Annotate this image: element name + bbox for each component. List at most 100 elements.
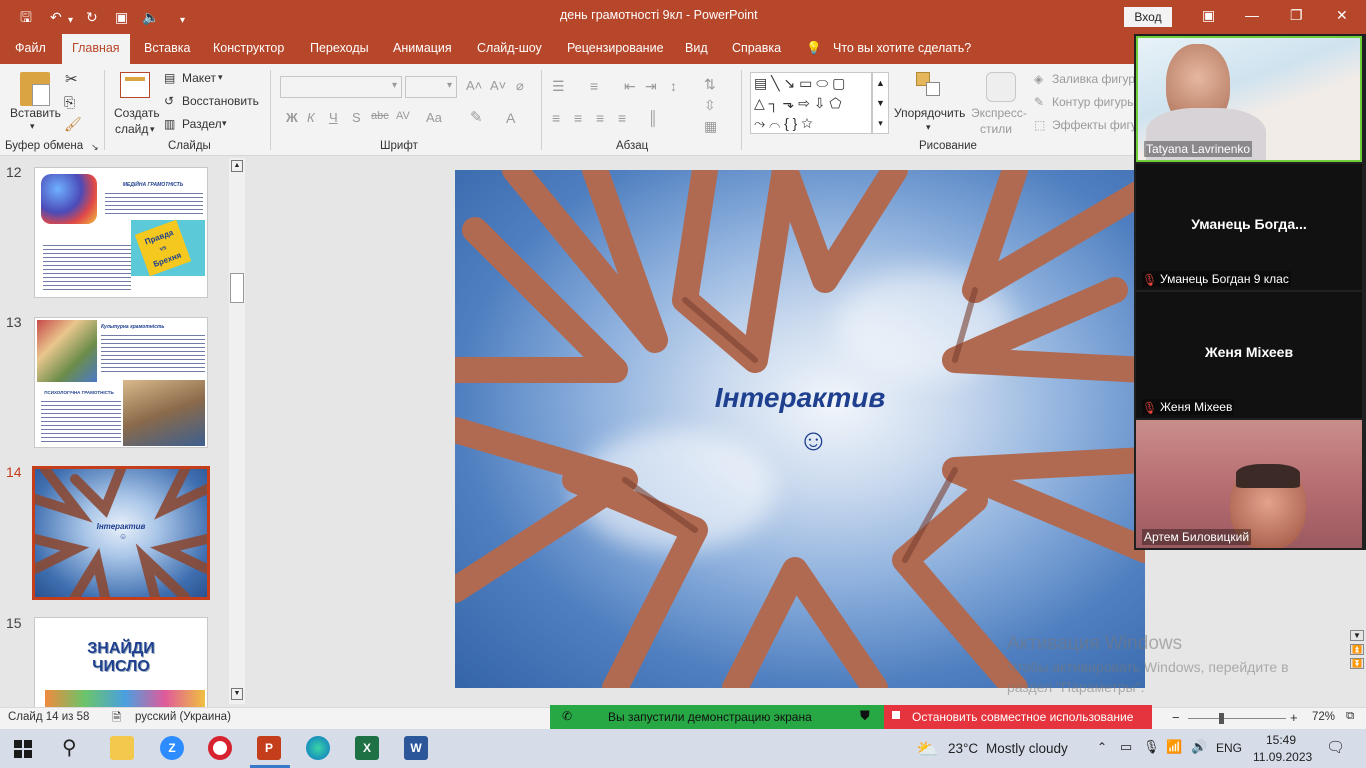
pentagon-shape-icon[interactable]: ⬠ xyxy=(829,95,841,111)
arrange-button[interactable]: Упорядочить xyxy=(894,106,965,120)
search-icon[interactable]: ⚲ xyxy=(62,735,77,760)
new-slide-button-l1[interactable]: Создать xyxy=(114,106,160,120)
freeform-shape-icon[interactable]: ⤳ xyxy=(754,115,765,131)
slide-thumbnail-12[interactable]: МЕДІЙНА ГРАМОТНІСТЬ Правда vs Брехня xyxy=(34,167,208,298)
shapes-scroll-up-icon[interactable]: ▲ xyxy=(873,73,888,93)
italic-icon[interactable]: К xyxy=(307,110,315,125)
scroll-down-icon[interactable]: ▼ xyxy=(231,688,243,700)
restore-icon[interactable]: ❐ xyxy=(1290,7,1303,24)
slide-thumbnail-13[interactable]: Культурна грамотність ПСИХОЛОГІЧНА ГРАМО… xyxy=(34,317,208,448)
new-slide-button-l2[interactable]: слайд xyxy=(115,122,148,136)
close-icon[interactable]: ✕ xyxy=(1336,7,1348,24)
tab-transitions[interactable]: Переходы xyxy=(310,41,369,55)
word-icon[interactable]: W xyxy=(404,736,428,760)
zoom-out-icon[interactable]: − xyxy=(1172,710,1180,725)
new-slide-dropdown-icon[interactable]: ▾ xyxy=(150,124,155,135)
undo-dropdown-icon[interactable]: ▾ xyxy=(68,12,73,30)
slide-thumbnail-15[interactable]: ЗНАЙДИ ЧИСЛО xyxy=(34,617,208,707)
undo-icon[interactable]: ↶ xyxy=(50,8,62,26)
powerpoint-app-icon[interactable]: P xyxy=(257,736,281,760)
paste-icon[interactable] xyxy=(20,72,50,106)
clear-formatting-icon[interactable]: ⌀ xyxy=(516,78,524,94)
change-case-icon[interactable]: Aa xyxy=(426,110,442,125)
right-brace-icon[interactable]: } xyxy=(793,115,798,131)
layout-dropdown-icon[interactable]: ▾ xyxy=(218,72,223,83)
opera-icon[interactable] xyxy=(208,736,232,760)
canvas-scrollbar[interactable]: ▼ ⏫ ⏬ xyxy=(1350,630,1364,705)
text-shadow-icon[interactable]: S xyxy=(352,110,361,125)
tab-review[interactable]: Рецензирование xyxy=(567,41,664,55)
bold-icon[interactable]: Ж xyxy=(286,110,298,125)
input-language[interactable]: ENG xyxy=(1216,741,1242,755)
tab-help[interactable]: Справка xyxy=(732,41,781,55)
quick-styles-icon[interactable] xyxy=(986,72,1016,102)
columns-icon[interactable]: ║ xyxy=(648,110,658,126)
line-shape-icon[interactable]: ╲ xyxy=(771,75,779,91)
prev-slide-icon[interactable]: ⏫ xyxy=(1350,644,1364,655)
copy-icon[interactable]: ⎘ xyxy=(64,94,75,111)
sign-in-button[interactable]: Вход xyxy=(1124,7,1172,27)
notifications-icon[interactable]: 🗨 xyxy=(1326,738,1345,756)
smartart-icon[interactable]: ▦ xyxy=(704,118,717,135)
zoom-level[interactable]: 72% xyxy=(1312,711,1335,723)
section-button[interactable]: Раздел xyxy=(182,117,222,131)
align-text-icon[interactable]: ⇳ xyxy=(704,97,716,114)
current-slide[interactable]: Інтерактив ☺ xyxy=(455,170,1145,688)
next-slide-icon[interactable]: ⏬ xyxy=(1350,658,1364,669)
tab-file[interactable]: Файл xyxy=(15,41,46,55)
battery-icon[interactable]: ▭ xyxy=(1120,739,1132,755)
quick-styles-l1[interactable]: Экспресс- xyxy=(971,106,1027,120)
grow-font-icon[interactable]: A˄ xyxy=(466,78,482,93)
fit-slide-icon[interactable]: ⧉ xyxy=(1346,710,1354,723)
slide-title[interactable]: Інтерактив xyxy=(455,382,1145,414)
curve-shape-icon[interactable]: ⌒ xyxy=(769,115,780,131)
start-from-beginning-icon[interactable]: ▣ xyxy=(115,8,128,26)
tab-view[interactable]: Вид xyxy=(685,41,708,55)
elbow-arrow-icon[interactable]: ⬎ xyxy=(782,95,794,111)
arrow-line-shape-icon[interactable]: ↘ xyxy=(783,75,795,91)
right-arrow-shape-icon[interactable]: ⇨ xyxy=(798,95,810,111)
participant-tile[interactable]: Женя Міхеев Женя Міхеев 🎙 xyxy=(1136,292,1362,418)
tab-home[interactable]: Главная xyxy=(62,34,130,64)
left-brace-icon[interactable]: { xyxy=(784,115,789,131)
clock-date[interactable]: 11.09.2023 xyxy=(1253,750,1312,764)
tell-me-search[interactable]: Что вы хотите сделать? xyxy=(833,41,971,55)
tab-slideshow[interactable]: Слайд-шоу xyxy=(477,41,542,55)
align-left-icon[interactable]: ≡ xyxy=(552,110,560,126)
arrange-icon[interactable] xyxy=(916,72,942,98)
align-right-icon[interactable]: ≡ xyxy=(596,110,604,126)
underline-icon[interactable]: Ч xyxy=(329,110,338,125)
align-center-icon[interactable]: ≡ xyxy=(574,110,582,126)
weather-cloudy-icon[interactable]: ⛅ xyxy=(916,739,938,760)
weather-text[interactable]: Mostly cloudy xyxy=(986,741,1068,756)
justify-icon[interactable]: ≡ xyxy=(618,110,626,126)
bullets-icon[interactable]: ☰ xyxy=(552,78,565,95)
triangle-shape-icon[interactable]: △ xyxy=(754,95,765,111)
slide-thumbnail-14[interactable]: Інтерактив ☺ xyxy=(32,466,210,600)
rectangle-shape-icon[interactable]: ▭ xyxy=(799,75,812,91)
show-hidden-icons-icon[interactable]: ⌃ xyxy=(1097,740,1107,754)
arrange-dropdown-icon[interactable]: ▾ xyxy=(926,122,931,133)
oval-shape-icon[interactable]: ⬭ xyxy=(816,75,828,91)
zoom-in-icon[interactable]: + xyxy=(1290,710,1298,725)
audio-icon[interactable]: 🔈 xyxy=(142,8,159,26)
reset-button[interactable]: Восстановить xyxy=(182,94,259,108)
increase-indent-icon[interactable]: ⇥ xyxy=(645,78,657,95)
shapes-gallery[interactable]: ▤ ╲ ↘ ▭ ⬭ ▢ △ ┐ ⬎ ⇨ ⇩ ⬠ ⤳ ⌒ { } ☆ xyxy=(750,72,872,134)
edge-icon[interactable] xyxy=(306,736,330,760)
canvas-scroll-down-icon[interactable]: ▼ xyxy=(1350,630,1364,641)
rounded-rect-shape-icon[interactable]: ▢ xyxy=(832,75,845,91)
zoom-app-icon[interactable]: Z xyxy=(160,736,184,760)
shapes-scroll-down-icon[interactable]: ▼ xyxy=(873,93,888,113)
zoom-slider-thumb[interactable] xyxy=(1219,713,1224,724)
tab-insert[interactable]: Вставка xyxy=(144,41,190,55)
save-icon[interactable]: 🖫 xyxy=(20,8,32,26)
stop-sharing-button[interactable]: Остановить совместное использование xyxy=(884,705,1152,729)
textbox-shape-icon[interactable]: ▤ xyxy=(754,75,767,91)
format-painter-icon[interactable]: 🖌 xyxy=(64,116,82,133)
scroll-up-icon[interactable]: ▲ xyxy=(231,160,243,172)
shrink-font-icon[interactable]: A˅ xyxy=(490,78,506,93)
thumbnails-scrollbar[interactable]: ▲ ▼ xyxy=(229,158,245,704)
highlight-icon[interactable]: ✎ xyxy=(470,108,483,126)
microphone-icon[interactable]: 🎙 xyxy=(1143,739,1160,755)
